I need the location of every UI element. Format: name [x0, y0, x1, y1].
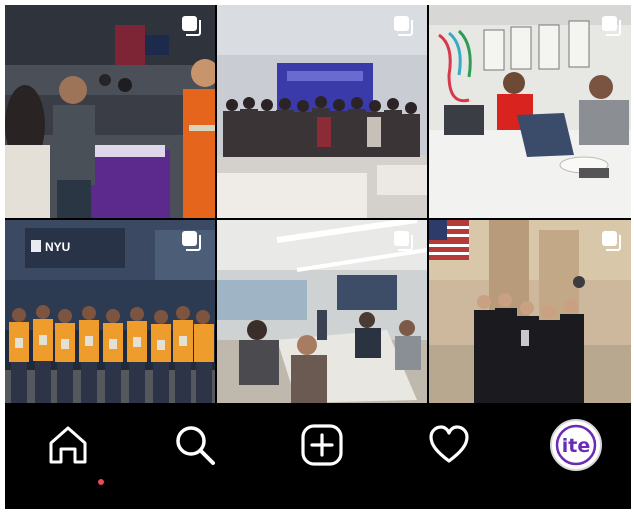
post-career-fair[interactable] — [5, 5, 215, 218]
app-frame: NYU ite — [5, 5, 631, 509]
carousel-icon — [394, 231, 413, 251]
profile-avatar-text: ite — [562, 435, 590, 457]
nav-profile-button[interactable]: ite — [546, 417, 606, 473]
carousel-icon — [182, 231, 201, 251]
nav-search-button[interactable] — [165, 417, 225, 473]
carousel-icon — [602, 231, 621, 251]
post-nyu-group-vests[interactable]: NYU — [5, 220, 215, 403]
new-post-icon — [301, 424, 343, 466]
post-open-workspace[interactable] — [217, 220, 427, 403]
bottom-nav-bar: ite — [5, 403, 631, 509]
activity-heart-icon — [429, 425, 469, 463]
home-icon — [49, 426, 87, 464]
nav-new-post-button[interactable] — [292, 417, 352, 473]
carousel-icon — [394, 16, 413, 36]
search-icon — [176, 426, 215, 465]
post-award-group[interactable] — [429, 220, 631, 403]
profile-post-grid: NYU — [5, 5, 631, 403]
carousel-icon — [602, 16, 621, 36]
nav-activity-button[interactable] — [419, 417, 479, 473]
profile-avatar: ite — [550, 419, 602, 471]
notification-dot — [98, 479, 104, 485]
nav-home-button[interactable] — [38, 417, 104, 485]
carousel-icon — [182, 16, 201, 36]
post-lab-students[interactable] — [429, 5, 631, 218]
nyu-building-sign: NYU — [45, 240, 70, 254]
post-group-presentation[interactable] — [217, 5, 427, 218]
